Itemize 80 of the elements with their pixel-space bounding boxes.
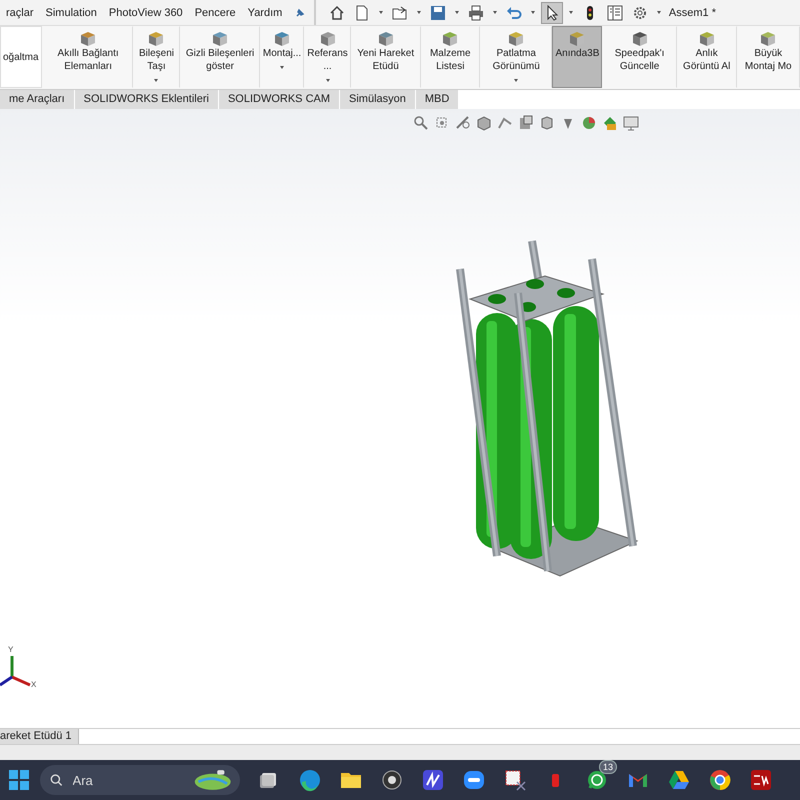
ribbon-button[interactable]: Speedpak'ı Güncelle — [602, 26, 677, 88]
caret-icon[interactable] — [280, 66, 284, 69]
undo-icon — [506, 4, 522, 20]
cube-icon[interactable] — [539, 115, 555, 131]
caret-icon[interactable] — [569, 11, 574, 14]
tab[interactable]: MBD — [416, 90, 460, 109]
search-bar[interactable]: Ara — [40, 765, 240, 795]
axis-triad-drawing — [0, 656, 31, 686]
cube-icon — [760, 31, 776, 47]
notification-badge: 13 — [598, 760, 617, 774]
caret-icon[interactable] — [379, 11, 384, 14]
axis-label: Y — [8, 645, 14, 654]
circle-logo-icon[interactable] — [380, 768, 404, 792]
cube-icon — [212, 31, 228, 47]
video-logo-icon[interactable] — [462, 768, 486, 792]
list-icon — [607, 4, 624, 20]
ribbon-button[interactable]: Anında3B — [552, 26, 602, 88]
window-title: Assem1 * — [668, 6, 716, 18]
save-icon — [430, 4, 446, 20]
settings-icon — [632, 4, 648, 20]
tab[interactable]: SOLIDWORKS CAM — [218, 90, 340, 109]
letter-logo-icon[interactable] — [421, 768, 445, 792]
cube-icon — [698, 31, 715, 47]
scene-icon[interactable] — [602, 115, 618, 131]
toolbar-button[interactable] — [541, 2, 564, 24]
caret-icon[interactable] — [154, 79, 158, 82]
menu-item[interactable]: Simulation — [40, 6, 103, 18]
caret-icon[interactable] — [493, 11, 498, 14]
menu-item[interactable]: Yardım — [242, 6, 288, 18]
ribbon-button[interactable]: Anlık Görüntü Al — [676, 26, 737, 88]
caret-icon[interactable] — [326, 79, 330, 82]
cube-icon — [442, 31, 458, 47]
ribbon-button[interactable]: Bileşeni Taşı — [132, 26, 180, 88]
menu-item[interactable]: raçlar — [0, 6, 40, 18]
ribbon-button[interactable]: Malzeme Listesi — [420, 26, 480, 88]
landscape-icon[interactable] — [192, 768, 232, 792]
caret-icon[interactable] — [531, 11, 536, 14]
cube-icon — [80, 31, 96, 47]
ribbon-button[interactable]: Montaj... — [260, 26, 304, 88]
printer-icon — [468, 4, 484, 20]
monitor-icon[interactable] — [623, 115, 639, 131]
cube-icon — [508, 31, 524, 47]
browser-icon[interactable] — [298, 768, 322, 792]
tab[interactable]: SOLIDWORKS Eklentileri — [74, 90, 219, 109]
zoom-icon[interactable] — [413, 115, 429, 131]
cube-icon — [320, 31, 336, 47]
browser-icon[interactable] — [708, 768, 732, 792]
windows-logo-icon[interactable] — [7, 768, 31, 792]
cube-icon — [569, 31, 586, 47]
cube-icon — [378, 31, 394, 47]
pin-icon[interactable] — [294, 6, 306, 18]
menu-item[interactable]: PhotoView 360 — [102, 6, 189, 18]
document-icon — [354, 4, 370, 20]
search-icon — [50, 773, 63, 787]
app-logo-icon[interactable] — [749, 768, 773, 792]
search-field[interactable]: Ara — [70, 772, 185, 788]
caret-icon[interactable] — [657, 11, 662, 14]
menu-item[interactable]: Pencere — [188, 6, 242, 18]
folder-icon — [392, 4, 408, 20]
triangle-logo-icon[interactable] — [667, 768, 691, 792]
ribbon-button[interactable]: Akıllı Bağlantı Elemanları — [44, 26, 133, 88]
cube-icon — [148, 31, 164, 47]
caret-icon[interactable] — [514, 79, 518, 82]
tab[interactable]: Simülasyon — [340, 90, 416, 109]
view-orientation-icon[interactable] — [518, 115, 534, 131]
ribbon-button[interactable]: Referans ... — [304, 26, 351, 88]
ribbon-button[interactable]: Gizli Bileşenleri göster — [180, 26, 260, 88]
tab[interactable]: areket Etüdü 1 — [0, 729, 79, 744]
cube-icon — [632, 31, 648, 47]
caret-icon[interactable] — [417, 11, 422, 14]
ribbon-button[interactable]: Büyük Montaj Mo — [736, 26, 800, 88]
appearance-icon[interactable] — [581, 115, 597, 131]
scissors-icon[interactable] — [503, 768, 527, 792]
caret-icon[interactable] — [455, 11, 460, 14]
axis-label: X — [31, 680, 36, 689]
ribbon-field[interactable]: oğaltma — [0, 26, 42, 88]
home-icon — [329, 4, 346, 20]
cube-icon — [274, 31, 290, 47]
ribbon-button[interactable]: Yeni Hareket Etüdü — [350, 26, 421, 88]
tab[interactable]: me Araçları — [0, 90, 75, 109]
